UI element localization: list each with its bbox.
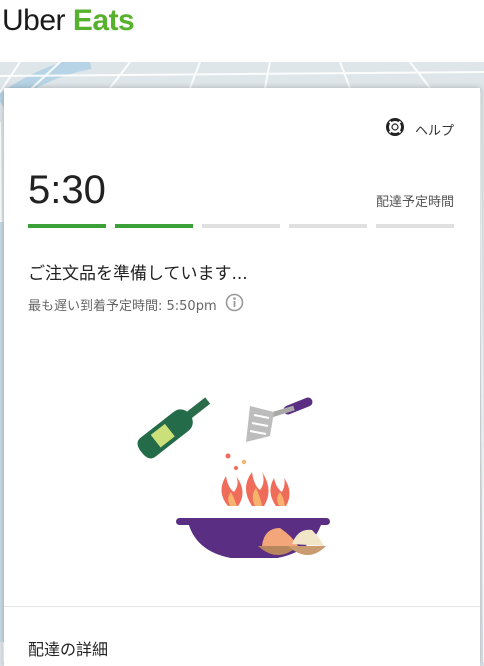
flame-icons — [221, 453, 290, 506]
progress-step-1 — [28, 224, 106, 228]
section-divider — [4, 606, 480, 607]
eta-label: 配達予定時間 — [375, 195, 454, 210]
progress-step-3 — [202, 224, 280, 228]
delivery-progress-bar — [28, 224, 454, 228]
progress-step-4 — [289, 224, 367, 228]
eta-time: 5:30 — [28, 168, 106, 212]
bottle-icon — [137, 397, 211, 459]
lifebuoy-icon — [385, 117, 405, 141]
progress-step-5 — [376, 224, 454, 228]
cooking-illustration — [128, 388, 358, 562]
latest-arrival: 最も遅い到着予定時間: 5:50pm — [28, 293, 244, 316]
help-label: ヘルプ — [414, 123, 454, 139]
order-status-card: ヘルプ 5:30 配達予定時間 ご注文品を準備しています... 最も遅い到着予定… — [4, 88, 480, 666]
help-button[interactable]: ヘルプ — [385, 117, 454, 141]
spatula-icon — [246, 397, 313, 442]
delivery-details-link[interactable]: 配達の詳細 — [28, 636, 108, 660]
order-status-title: ご注文品を準備しています... — [28, 264, 248, 284]
latest-arrival-text: 最も遅い到着予定時間: 5:50pm — [28, 299, 217, 314]
app-header: Uber Eats — [0, 0, 484, 62]
uber-eats-logo[interactable]: Uber Eats — [2, 4, 135, 38]
info-icon[interactable] — [225, 293, 244, 316]
progress-step-2 — [115, 224, 193, 228]
